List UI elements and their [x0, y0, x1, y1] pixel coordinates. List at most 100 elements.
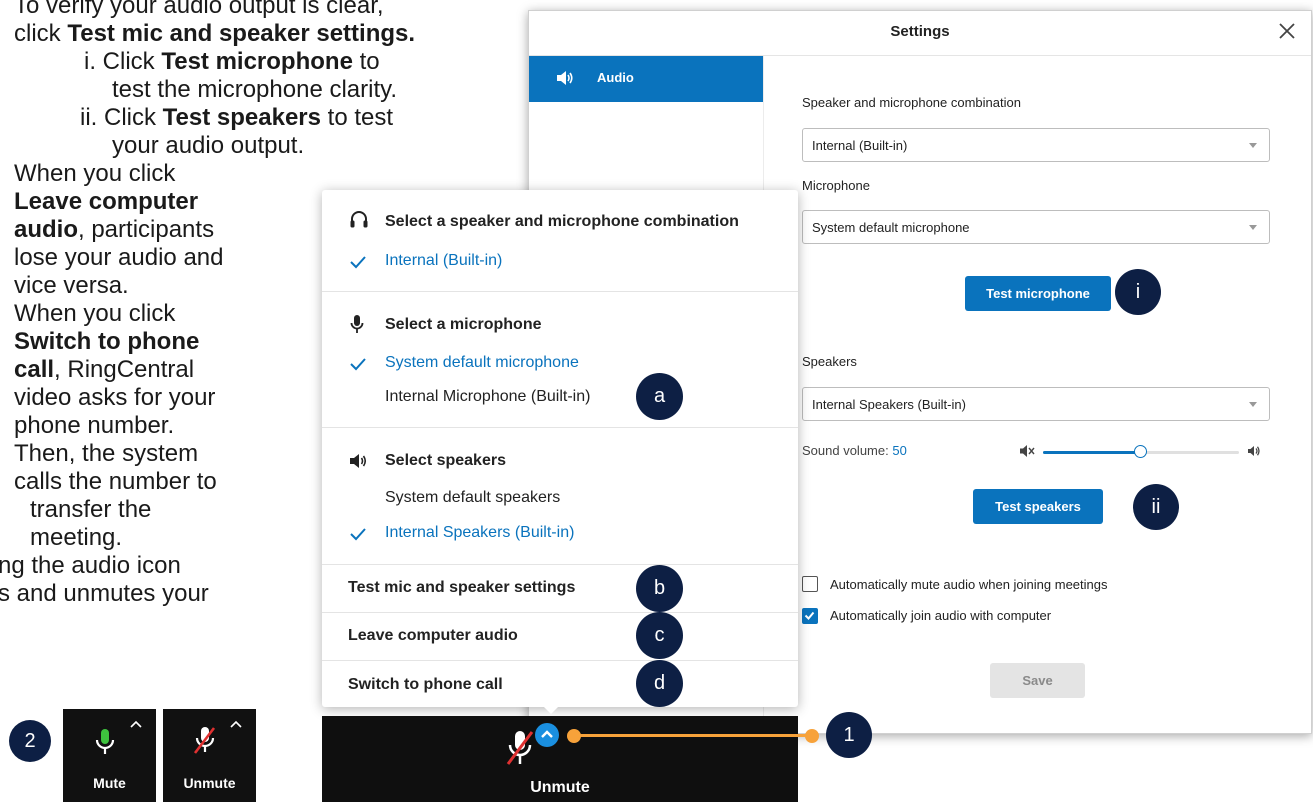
auto-join-label: Automatically join audio with computer — [830, 608, 1052, 623]
menu-divider — [322, 660, 798, 661]
callout-badge-i: i — [1115, 269, 1161, 315]
speaker-mic-combo-label: Speaker and microphone combination — [802, 95, 1021, 110]
speaker-mic-combo-value: Internal (Built-in) — [812, 138, 908, 153]
settings-title: Settings — [890, 23, 950, 40]
leave-line-5: vice versa. — [14, 272, 129, 299]
microphone-icon — [350, 315, 364, 333]
audio-options-menu: Select a speaker and microphone combinat… — [322, 190, 798, 707]
callout-dot-end — [805, 729, 819, 743]
leave-line-3: audio, participants — [14, 216, 215, 243]
instruction-line-1: To verify your audio output is clear, — [14, 0, 384, 19]
leave-line-4: lose your audio and — [14, 244, 224, 271]
microphone-label: Microphone — [802, 178, 870, 193]
callout-badge-b: b — [636, 565, 683, 612]
dropdown-arrow-icon — [1249, 143, 1257, 148]
callout-badge-a: a — [636, 373, 683, 420]
callout-badge-d: d — [636, 660, 683, 707]
muted-microphone-icon[interactable] — [504, 728, 536, 768]
speakers-value: Internal Speakers (Built-in) — [812, 397, 966, 412]
mic-option-internal[interactable]: Internal Microphone (Built-in) — [385, 388, 590, 406]
menu-pointer — [543, 706, 559, 714]
instruction-line-2: click Test mic and speaker settings. — [14, 20, 416, 47]
muted-microphone-icon — [193, 727, 216, 754]
check-icon — [350, 528, 366, 541]
auto-join-checkbox[interactable] — [802, 608, 818, 624]
callout-badge-2: 2 — [9, 720, 51, 762]
speaker-icon — [557, 71, 573, 85]
switch-line-5: phone number. — [14, 412, 175, 439]
checkmark-icon — [804, 611, 815, 620]
unmute-tile[interactable]: Unmute — [163, 709, 256, 802]
leave-line-1: When you click — [14, 160, 176, 187]
speaker-icon — [350, 454, 367, 468]
speaker-option-system-default[interactable]: System default speakers — [385, 489, 560, 507]
audio-options-toggle[interactable] — [535, 723, 559, 747]
menu-divider — [322, 427, 798, 428]
speaker-mic-combo-select[interactable]: Internal (Built-in) — [802, 128, 1270, 162]
menu-divider — [322, 291, 798, 292]
dropdown-arrow-icon — [1249, 225, 1257, 230]
menu-divider — [322, 612, 798, 613]
volume-slider-fill — [1043, 451, 1141, 454]
leave-computer-audio-item[interactable]: Leave computer audio — [348, 627, 518, 645]
check-icon — [350, 256, 366, 269]
sound-volume-value: 50 — [892, 443, 907, 458]
microphone-value: System default microphone — [812, 220, 970, 235]
menu-divider — [322, 564, 798, 565]
settings-header: Settings — [529, 11, 1311, 56]
mute-tile[interactable]: Mute — [63, 709, 156, 802]
instruction-item-i: i. Click Test microphone to — [84, 48, 380, 75]
switch-line-9: meeting. — [30, 524, 123, 551]
unmute-tile-label: Unmute — [183, 775, 236, 791]
volume-slider-knob[interactable] — [1134, 445, 1147, 458]
instruction-item-ii-cont: your audio output. — [112, 132, 305, 159]
callout-dot-start — [567, 729, 581, 743]
microphone-select[interactable]: System default microphone — [802, 210, 1270, 244]
switch-to-phone-item[interactable]: Switch to phone call — [348, 676, 503, 694]
speakers-select[interactable]: Internal Speakers (Built-in) — [802, 387, 1270, 421]
switch-line-7: calls the number to — [14, 468, 217, 495]
callout-badge-ii: ii — [1133, 484, 1179, 530]
test-microphone-button[interactable]: Test microphone — [965, 276, 1111, 311]
icon-line-2: s and unmutes your — [0, 580, 209, 607]
chevron-up-icon[interactable] — [129, 719, 143, 729]
callout-badge-c: c — [636, 612, 683, 659]
chevron-up-icon[interactable] — [229, 719, 243, 729]
switch-line-2: Switch to phone — [14, 328, 200, 355]
dropdown-arrow-icon — [1249, 402, 1257, 407]
leave-line-2: Leave computer — [14, 188, 199, 215]
switch-line-3: call, RingCentral — [14, 356, 195, 383]
combo-heading: Select a speaker and microphone combinat… — [385, 213, 739, 230]
mic-heading: Select a microphone — [385, 316, 542, 333]
check-icon — [350, 358, 366, 371]
test-speakers-button[interactable]: Test speakers — [973, 489, 1103, 524]
auto-mute-checkbox[interactable] — [802, 576, 818, 592]
test-mic-speaker-item[interactable]: Test mic and speaker settings — [348, 579, 575, 597]
switch-line-8: transfer the — [30, 496, 152, 523]
unmute-label: Unmute — [530, 779, 590, 796]
sidebar-item-label: Audio — [597, 70, 634, 85]
sound-volume-label: Sound volume: 50 — [802, 443, 907, 458]
close-icon[interactable] — [1275, 19, 1299, 43]
instruction-item-ii: ii. Click Test speakers to test — [80, 104, 394, 131]
headset-icon — [350, 211, 368, 228]
mute-label: Mute — [93, 775, 126, 791]
save-button[interactable]: Save — [990, 663, 1085, 698]
combo-option-internal[interactable]: Internal (Built-in) — [385, 252, 502, 270]
speaker-option-internal[interactable]: Internal Speakers (Built-in) — [385, 524, 574, 542]
switch-line-1: When you click — [14, 300, 176, 327]
microphone-active-icon — [95, 729, 115, 754]
speakers-label: Speakers — [802, 354, 857, 369]
auto-mute-label: Automatically mute audio when joining me… — [830, 577, 1108, 592]
callout-badge-1: 1 — [826, 712, 872, 758]
volume-slider[interactable] — [1043, 445, 1239, 458]
instruction-item-i-cont: test the microphone clarity. — [112, 76, 398, 103]
mic-option-system-default[interactable]: System default microphone — [385, 354, 579, 372]
chevron-up-icon — [541, 730, 553, 738]
sidebar-item-audio[interactable]: Audio — [529, 56, 763, 102]
meeting-toolbar: Unmute — [322, 716, 798, 802]
switch-line-6: Then, the system — [14, 440, 199, 467]
volume-mute-icon[interactable] — [1019, 444, 1035, 458]
switch-line-4: video asks for your — [14, 384, 216, 411]
volume-high-icon[interactable] — [1247, 445, 1261, 457]
